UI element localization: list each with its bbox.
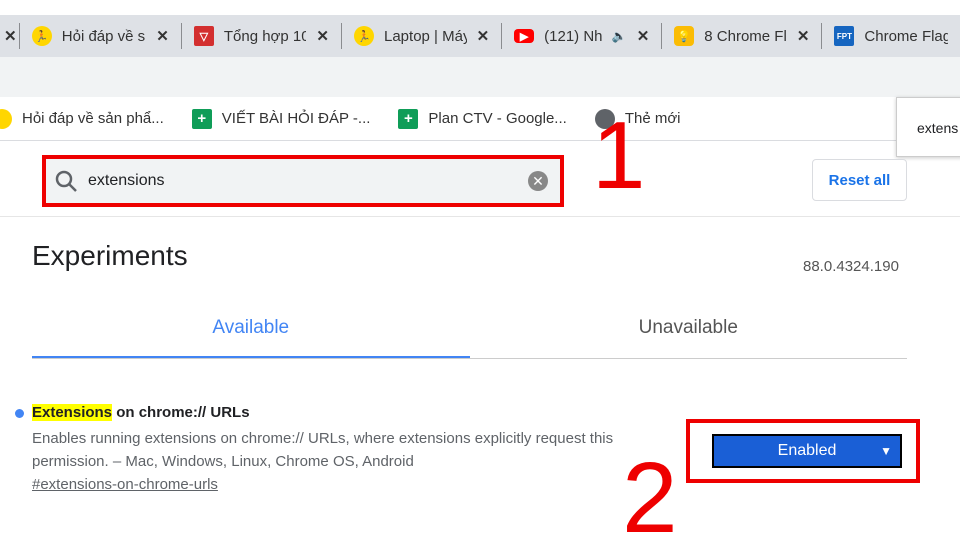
runner-yellow-icon bbox=[0, 108, 12, 129]
tab-available[interactable]: Available bbox=[32, 305, 470, 358]
runner-yellow-icon: 🏃 bbox=[354, 26, 374, 46]
version-label: 88.0.4324.190 bbox=[803, 258, 899, 275]
annotation-number-1: 1 bbox=[592, 102, 646, 209]
experiment-item: Extensions on chrome:// URLs Enables run… bbox=[15, 404, 675, 493]
bookmark-label: VIẾT BÀI HỎI ĐÁP -... bbox=[221, 110, 371, 127]
address-bar[interactable] bbox=[0, 57, 960, 97]
tab-title: Laptop | Máy bbox=[384, 27, 467, 45]
browser-tab[interactable]: ▽ Tổng hợp 10 ✕ bbox=[182, 23, 342, 49]
bookmark-item[interactable]: + VIẾT BÀI HỎI ĐÁP -... bbox=[191, 108, 371, 129]
runner-yellow-icon: 🏃 bbox=[31, 26, 52, 46]
speaker-icon[interactable]: 🔈 bbox=[612, 29, 627, 43]
tab-title: 8 Chrome Fl bbox=[704, 27, 787, 45]
search-highlight: Extensions bbox=[32, 404, 113, 421]
chevron-down-icon: ▼ bbox=[880, 444, 892, 458]
tab-title: (121) Nh bbox=[544, 27, 603, 45]
bookmark-item[interactable]: Hỏi đáp về sản phẩ... bbox=[0, 108, 164, 129]
search-icon bbox=[55, 170, 77, 192]
browser-tab[interactable]: 🏃 Hỏi đáp về s ✕ bbox=[20, 23, 182, 49]
browser-tab[interactable]: 💡 8 Chrome Fl ✕ bbox=[662, 23, 823, 49]
close-icon[interactable]: ✕ bbox=[637, 27, 650, 45]
sheets-icon: + bbox=[191, 108, 212, 129]
experiment-description: Enables running extensions on chrome:// … bbox=[32, 430, 614, 470]
select-value: Enabled bbox=[777, 442, 837, 459]
experiment-state-select[interactable]: Enabled ▼ bbox=[712, 434, 902, 468]
experiment-title: Extensions on chrome:// URLs bbox=[32, 404, 675, 421]
bulb-icon: 💡 bbox=[674, 26, 695, 46]
tab-title: Chrome Flag bbox=[864, 27, 949, 45]
tab-unavailable[interactable]: Unavailable bbox=[470, 305, 908, 358]
experiment-title-rest: on chrome:// URLs bbox=[112, 404, 250, 421]
annotation-number-2: 2 bbox=[622, 442, 678, 554]
page-title: Experiments bbox=[32, 240, 188, 271]
modified-dot-icon bbox=[15, 409, 24, 418]
page-tabs: Available Unavailable bbox=[32, 305, 907, 359]
search-value: extensions bbox=[88, 172, 165, 189]
clear-search-icon[interactable]: ✕ bbox=[528, 171, 548, 191]
tab-title: Hỏi đáp về s bbox=[61, 27, 146, 45]
browser-tab[interactable]: 🏃 Laptop | Máy ✕ bbox=[342, 23, 503, 49]
bookmark-item[interactable]: + Plan CTV - Google... bbox=[398, 108, 567, 129]
tab-partial[interactable]: ✕ bbox=[0, 23, 20, 49]
close-icon[interactable]: ✕ bbox=[4, 27, 17, 45]
bookmark-label: Plan CTV - Google... bbox=[428, 110, 567, 127]
sheets-icon: + bbox=[398, 108, 419, 129]
tab-strip: ✕ 🏃 Hỏi đáp về s ✕ ▽ Tổng hợp 10 ✕ 🏃 Laptop |… bbox=[0, 15, 960, 57]
bookmarks-bar: Hỏi đáp về sản phẩ... + VIẾT BÀI HỎI ĐÁP … bbox=[0, 97, 960, 141]
popup-text: extens bbox=[917, 120, 959, 136]
browser-tab[interactable]: FPT Chrome Flag bbox=[822, 23, 960, 49]
bookmark-label: Hỏi đáp về sản phẩ... bbox=[22, 110, 164, 127]
reset-all-button[interactable]: Reset all bbox=[812, 159, 907, 201]
search-input[interactable]: extensions ✕ bbox=[42, 155, 564, 207]
close-icon[interactable]: ✕ bbox=[156, 27, 169, 45]
tab-title: Tổng hợp 10 bbox=[223, 27, 307, 45]
browser-tab[interactable]: ▶ (121) Nh 🔈 ✕ bbox=[502, 23, 663, 49]
experiment-permalink[interactable]: #extensions-on-chrome-urls bbox=[32, 476, 675, 493]
youtube-icon: ▶ bbox=[514, 29, 535, 43]
fpt-icon: FPT bbox=[834, 26, 855, 46]
red-v-icon: ▽ bbox=[193, 26, 214, 46]
close-icon[interactable]: ✕ bbox=[316, 27, 329, 45]
close-icon[interactable]: ✕ bbox=[797, 27, 810, 45]
close-icon[interactable]: ✕ bbox=[477, 27, 490, 45]
flags-header: extensions ✕ Reset all bbox=[0, 141, 960, 217]
